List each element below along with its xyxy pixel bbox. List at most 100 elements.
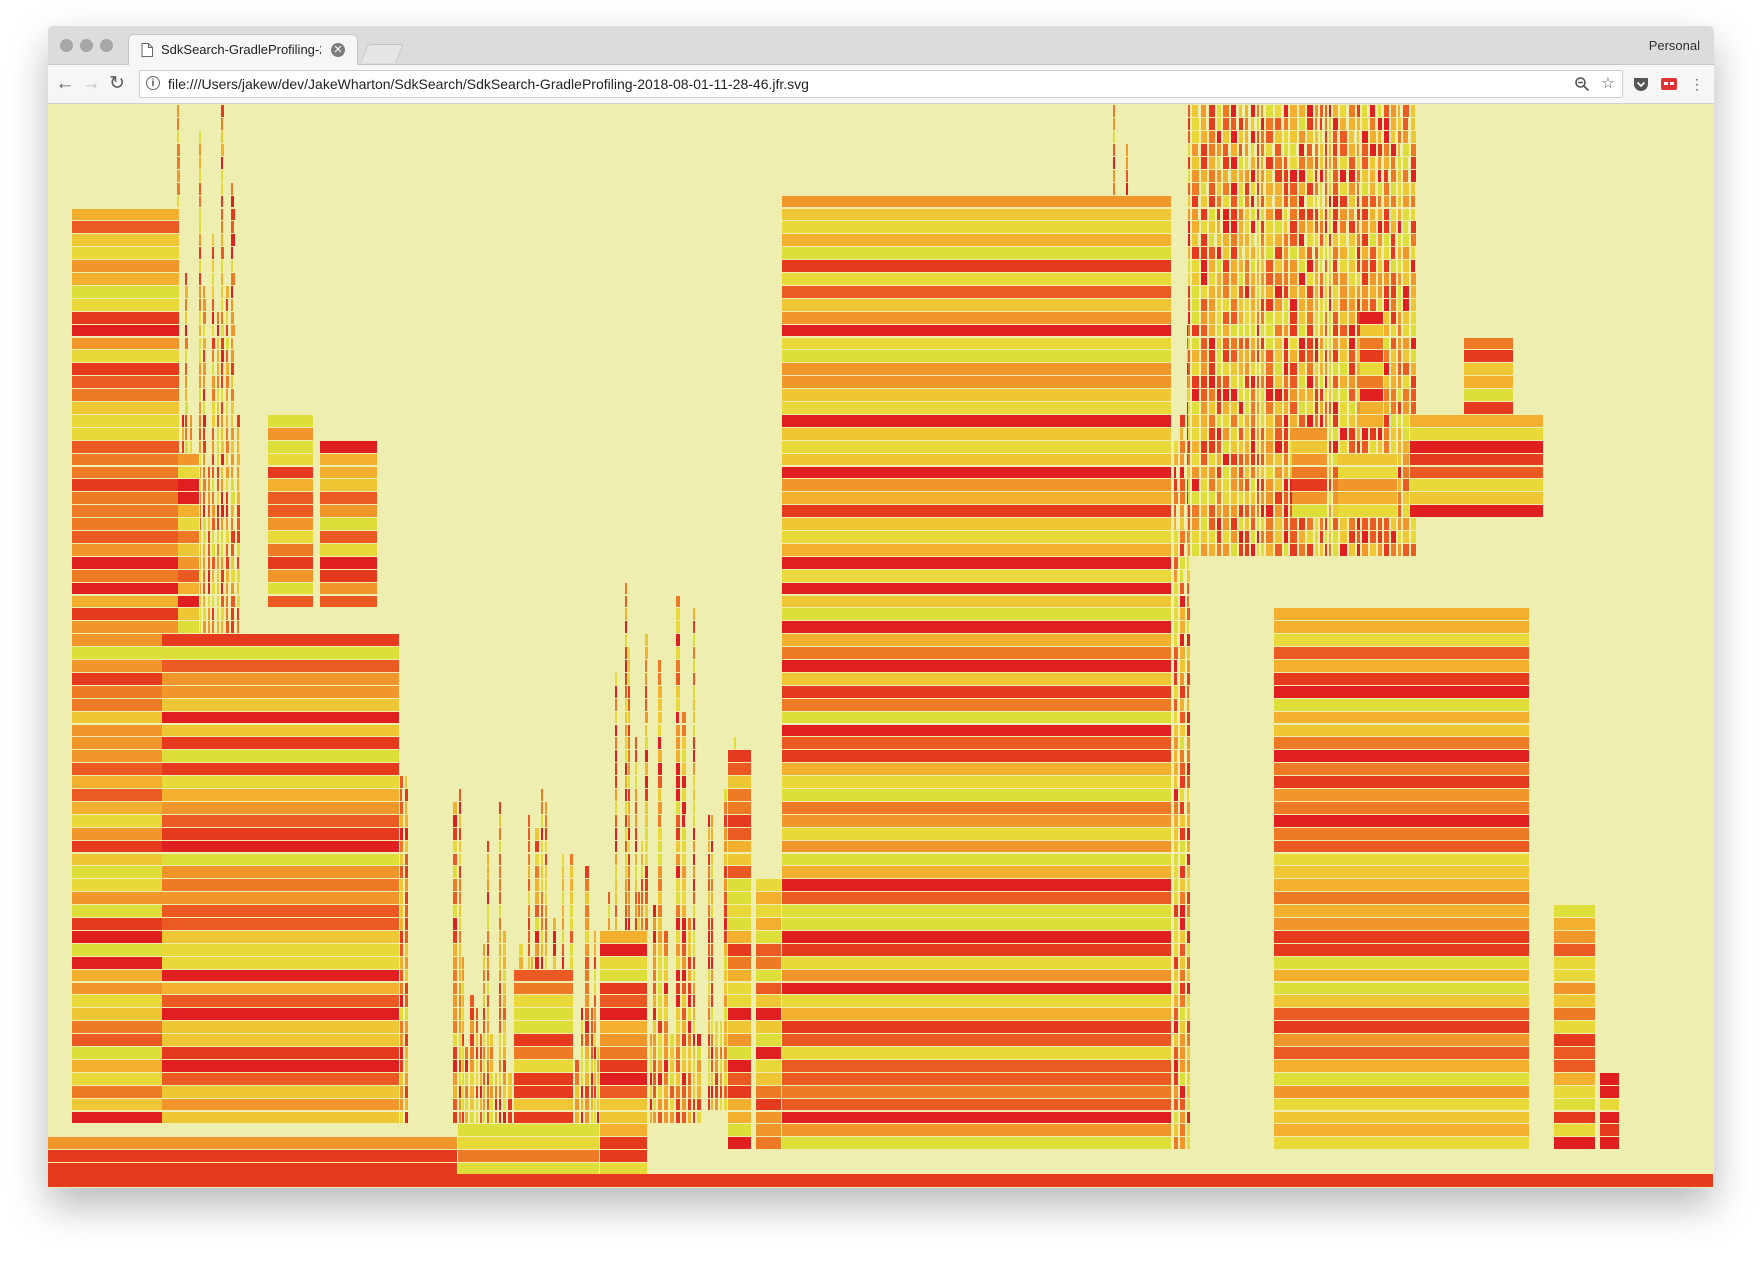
flame-frame[interactable] bbox=[1192, 518, 1200, 531]
flame-frame[interactable] bbox=[711, 956, 714, 970]
flame-frame[interactable] bbox=[1307, 169, 1314, 183]
flame-frame[interactable] bbox=[1349, 234, 1356, 248]
flame-frame[interactable] bbox=[1187, 776, 1191, 789]
flame-frame[interactable] bbox=[1217, 208, 1221, 222]
flame-frame[interactable] bbox=[1209, 518, 1216, 531]
flame-frame[interactable] bbox=[1192, 324, 1200, 338]
flame-frame[interactable] bbox=[1370, 260, 1377, 273]
flame-frame[interactable] bbox=[199, 273, 202, 286]
flame-frame[interactable] bbox=[1217, 479, 1222, 493]
flame-frame[interactable] bbox=[483, 1085, 486, 1099]
flame-frame[interactable] bbox=[1378, 440, 1383, 454]
flame-frame[interactable] bbox=[1223, 195, 1230, 209]
flame-frame[interactable] bbox=[1307, 234, 1314, 248]
flame-frame[interactable] bbox=[400, 918, 404, 931]
flame-frame[interactable] bbox=[697, 1059, 702, 1073]
flame-frame[interactable] bbox=[541, 814, 544, 828]
flame-frame[interactable] bbox=[1188, 324, 1191, 338]
flame-frame[interactable] bbox=[1251, 131, 1256, 144]
flame-frame[interactable] bbox=[570, 866, 574, 880]
flame-frame[interactable] bbox=[658, 1047, 663, 1060]
flame-frame[interactable] bbox=[1362, 543, 1369, 557]
flame-frame[interactable] bbox=[1315, 104, 1319, 106]
flame-frame[interactable] bbox=[226, 324, 229, 338]
flame-frame[interactable] bbox=[628, 853, 631, 867]
flame-frame[interactable] bbox=[476, 1047, 479, 1060]
flame-frame[interactable] bbox=[1370, 118, 1376, 132]
flame-frame[interactable] bbox=[1320, 221, 1324, 235]
flame-frame[interactable] bbox=[1239, 531, 1244, 544]
flame-frame[interactable] bbox=[177, 156, 181, 170]
flame-frame[interactable] bbox=[711, 879, 714, 893]
flame-frame[interactable] bbox=[453, 905, 458, 918]
flame-frame[interactable] bbox=[1209, 285, 1216, 299]
flame-frame[interactable] bbox=[1251, 208, 1256, 222]
flame-frame[interactable] bbox=[483, 1098, 486, 1112]
flame-frame[interactable] bbox=[1261, 234, 1265, 248]
flame-frame[interactable] bbox=[1315, 414, 1319, 428]
flame-frame[interactable] bbox=[653, 918, 657, 931]
flame-frame[interactable] bbox=[1299, 376, 1306, 390]
flame-frame[interactable] bbox=[1180, 672, 1185, 686]
flame-frame[interactable] bbox=[1275, 466, 1283, 480]
flame-frame[interactable] bbox=[495, 1098, 498, 1112]
flame-frame[interactable] bbox=[541, 801, 544, 815]
flame-frame[interactable] bbox=[1251, 389, 1256, 402]
flame-frame[interactable] bbox=[1209, 453, 1216, 467]
flame-frame[interactable] bbox=[641, 840, 644, 854]
flame-frame[interactable] bbox=[1378, 208, 1383, 222]
flame-frame[interactable] bbox=[585, 1072, 590, 1086]
flame-frame[interactable] bbox=[1217, 531, 1222, 544]
flame-frame[interactable] bbox=[1266, 492, 1274, 506]
flame-frame[interactable] bbox=[664, 1098, 669, 1112]
flame-frame[interactable] bbox=[1245, 427, 1250, 441]
flame-frame[interactable] bbox=[1325, 518, 1328, 531]
flame-frame[interactable] bbox=[1370, 440, 1377, 454]
flame-frame[interactable] bbox=[1192, 131, 1200, 144]
flame-frame[interactable] bbox=[1217, 543, 1222, 557]
flame-frame[interactable] bbox=[199, 389, 202, 402]
flame-frame[interactable] bbox=[1325, 221, 1328, 235]
flame-frame[interactable] bbox=[1370, 543, 1377, 557]
flame-frame[interactable] bbox=[1329, 105, 1332, 119]
flame-frame[interactable] bbox=[1201, 376, 1208, 390]
flame-frame[interactable] bbox=[1223, 440, 1230, 454]
flame-frame[interactable] bbox=[499, 943, 502, 957]
flame-frame[interactable] bbox=[1378, 298, 1383, 312]
flame-frame[interactable] bbox=[1384, 260, 1390, 273]
flame-frame[interactable] bbox=[217, 479, 220, 493]
flame-frame[interactable] bbox=[615, 827, 618, 841]
flame-frame[interactable] bbox=[237, 531, 241, 544]
flame-frame[interactable] bbox=[177, 131, 180, 144]
flame-frame[interactable] bbox=[231, 505, 235, 519]
flame-frame[interactable] bbox=[645, 660, 648, 673]
flame-frame[interactable] bbox=[221, 169, 224, 183]
flame-frame[interactable] bbox=[1223, 182, 1230, 196]
flame-frame[interactable] bbox=[545, 879, 548, 893]
flame-frame[interactable] bbox=[231, 569, 236, 583]
flame-frame[interactable] bbox=[1325, 169, 1328, 183]
flame-frame[interactable] bbox=[1223, 492, 1230, 506]
flame-frame[interactable] bbox=[1349, 518, 1356, 531]
flame-frame[interactable] bbox=[185, 337, 189, 351]
flame-frame[interactable] bbox=[221, 104, 225, 106]
flame-frame[interactable] bbox=[1275, 311, 1283, 325]
flame-frame[interactable] bbox=[658, 918, 663, 931]
flame-frame[interactable] bbox=[1201, 389, 1208, 402]
flame-frame[interactable] bbox=[400, 879, 404, 893]
flame-frame[interactable] bbox=[1370, 156, 1376, 170]
flame-frame[interactable] bbox=[635, 827, 638, 841]
flame-frame[interactable] bbox=[1275, 182, 1283, 196]
flame-frame[interactable] bbox=[487, 853, 490, 867]
flame-frame[interactable] bbox=[1188, 118, 1191, 132]
flame-frame[interactable] bbox=[1192, 453, 1200, 467]
flame-frame[interactable] bbox=[1180, 595, 1186, 609]
flame-frame[interactable] bbox=[1307, 260, 1314, 273]
flame-frame[interactable] bbox=[688, 995, 692, 1009]
flame-frame[interactable] bbox=[535, 879, 540, 893]
flame-frame[interactable] bbox=[670, 1072, 675, 1086]
flame-frame[interactable] bbox=[658, 969, 663, 983]
flame-frame[interactable] bbox=[1239, 505, 1244, 519]
flame-frame[interactable] bbox=[1180, 892, 1186, 906]
flame-frame[interactable] bbox=[400, 789, 403, 802]
